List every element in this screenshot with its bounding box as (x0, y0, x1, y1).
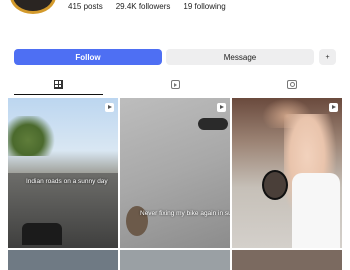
followers-count[interactable]: 29.4K followers (116, 2, 171, 11)
video-icon (217, 103, 226, 112)
reels-icon (170, 80, 180, 89)
tab-tagged[interactable] (233, 77, 350, 95)
bike-handle-image (198, 118, 228, 130)
profile-stats: 415 posts 29.4K followers 19 following (68, 2, 226, 11)
add-user-button[interactable]: + (319, 49, 336, 65)
post-tile[interactable] (232, 250, 342, 270)
child-shirt-image (292, 173, 340, 248)
bike-image (22, 223, 62, 245)
post-tile[interactable] (8, 250, 118, 270)
post-tile[interactable]: Indian roads on a sunny day (8, 98, 118, 248)
posts-count[interactable]: 415 posts (68, 2, 103, 11)
grid-icon (53, 80, 63, 89)
profile-avatar[interactable] (10, 0, 56, 14)
trees-image (8, 116, 58, 156)
video-icon (329, 103, 338, 112)
tagged-icon (286, 80, 297, 89)
post-tile[interactable] (120, 250, 230, 270)
mirror-image (262, 170, 288, 200)
message-button[interactable]: Message (166, 49, 314, 65)
avatar-image (13, 0, 53, 11)
profile-tabs (0, 77, 350, 95)
tab-posts[interactable] (0, 77, 117, 95)
post-caption: Indian roads on a sunny day (26, 178, 108, 185)
tab-reels[interactable] (117, 77, 234, 95)
post-tile[interactable] (232, 98, 342, 248)
follow-button[interactable]: Follow (14, 49, 162, 65)
add-user-icon: + (325, 53, 330, 61)
posts-grid: Indian roads on a sunny day Never fixing… (8, 98, 342, 270)
video-icon (105, 103, 114, 112)
following-count[interactable]: 19 following (183, 2, 225, 11)
post-tile[interactable]: Never fixing my bike again in sun (120, 98, 230, 248)
post-caption: Never fixing my bike again in sun (140, 210, 230, 217)
